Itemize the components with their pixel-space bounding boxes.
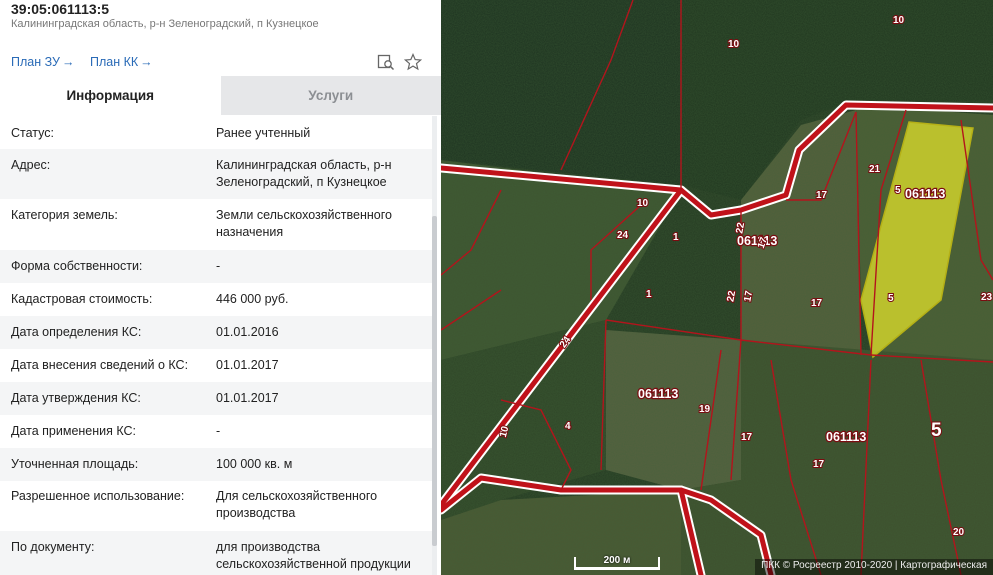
tab-services[interactable]: Услуги <box>220 76 441 115</box>
panel-scrollbar[interactable] <box>432 116 437 575</box>
info-label: Разрешенное использование: <box>11 489 185 503</box>
map-quarter-label: 061113 <box>905 187 945 201</box>
map-copyright: ПКК © Росреестр 2010-2020 | Картографиче… <box>755 559 993 575</box>
info-row: Разрешенное использование: Для сельскохо… <box>0 481 437 531</box>
info-label: По документу: <box>11 540 95 554</box>
map-parcel-label: 5 <box>888 293 894 304</box>
map-quarter-label: 061113 <box>638 387 678 401</box>
info-row: Дата применения КС: - <box>0 415 437 448</box>
info-label: Уточненная площадь: <box>11 457 139 471</box>
map-parcel-label: 20 <box>953 527 965 538</box>
info-row: Уточненная площадь: 100 000 кв. м <box>0 448 437 481</box>
map-parcel-label: 19 <box>699 404 711 415</box>
map-parcel-label: 1 <box>646 289 652 300</box>
map-parcel-label: 10 <box>893 15 905 26</box>
info-row: Дата внесения сведений о КС: 01.01.2017 <box>0 349 437 382</box>
map-parcel-label: 10 <box>637 198 649 209</box>
map-quarter-label: 061113 <box>826 430 866 444</box>
info-row: Статус: Ранее учтенный <box>0 116 437 149</box>
info-label: Форма собственности: <box>11 259 143 273</box>
map-parcel-label: 24 <box>617 230 629 241</box>
plan-zu-label: План ЗУ <box>11 55 60 69</box>
info-row: Форма собственности: - <box>0 250 437 283</box>
cadastral-map[interactable]: 061113 061113 061113 061113 10 10 10 10 … <box>441 0 993 575</box>
map-parcel-label: 21 <box>869 164 881 175</box>
info-value: Земли сельскохозяйственного назначения <box>216 208 392 239</box>
map-parcel-label: 17 <box>741 432 753 443</box>
map-parcel-label: 1 <box>673 232 679 243</box>
panel-tabs: Информация Услуги <box>0 76 441 115</box>
info-row: Категория земель: Земли сельскохозяйстве… <box>0 199 437 250</box>
map-parcel-label: 5 <box>931 420 942 441</box>
arrow-right-icon: → <box>140 55 153 69</box>
info-label: Дата внесения сведений о КС: <box>11 358 189 372</box>
info-label: Кадастровая стоимость: <box>11 292 153 306</box>
satellite-map-canvas[interactable]: 061113 061113 061113 061113 10 10 10 10 … <box>441 0 993 575</box>
info-value: - <box>216 259 221 273</box>
info-value: Ранее учтенный <box>216 126 311 140</box>
plan-kk-link[interactable]: План КК → <box>90 55 153 69</box>
map-parcel-label: 23 <box>981 292 993 303</box>
map-scale-label: 200 м <box>603 555 631 566</box>
info-row: По документу: для производства сельскохо… <box>0 531 437 575</box>
info-value: 446 000 руб. <box>216 292 289 306</box>
cadastral-number: 39:05:061113:5 <box>11 1 110 17</box>
map-parcel-label: 5 <box>895 185 901 196</box>
info-row: Адрес: Калининградская область, р-н Зеле… <box>0 149 437 199</box>
info-label: Дата применения КС: <box>11 424 137 438</box>
parcel-address-subtitle: Калининградская область, р-н Зеленоградс… <box>11 18 319 30</box>
info-value: Калининградская область, р-н Зеленоградс… <box>216 158 392 189</box>
search-map-icon[interactable] <box>377 53 395 71</box>
info-table: Статус: Ранее учтенный Адрес: Калинингра… <box>0 116 437 575</box>
info-value: для производства сельскохозяйственной пр… <box>216 540 411 571</box>
info-value: 01.01.2017 <box>216 391 279 405</box>
info-value: 01.01.2017 <box>216 358 279 372</box>
map-parcel-label: 17 <box>813 459 825 470</box>
info-row: Дата утверждения КС: 01.01.2017 <box>0 382 437 415</box>
map-parcel-label: 17 <box>816 190 828 201</box>
plan-kk-label: План КК <box>90 55 139 69</box>
arrow-right-icon: → <box>61 55 75 69</box>
scrollbar-thumb[interactable] <box>432 216 437 546</box>
info-value: Для сельскохозяйственного производства <box>216 489 378 520</box>
map-parcel-label: 4 <box>565 421 571 432</box>
info-value: 100 000 кв. м <box>216 457 293 471</box>
info-label: Адрес: <box>11 158 51 172</box>
info-value: - <box>216 424 221 438</box>
info-row: Дата определения КС: 01.01.2016 <box>0 316 437 349</box>
tab-information[interactable]: Информация <box>0 76 221 115</box>
info-row: Кадастровая стоимость: 446 000 руб. <box>0 283 437 316</box>
star-icon[interactable] <box>403 52 423 71</box>
info-label: Статус: <box>11 126 54 140</box>
info-panel: 39:05:061113:5 Калининградская область, … <box>0 0 441 575</box>
map-parcel-label: 17 <box>811 298 823 309</box>
info-label: Дата определения КС: <box>11 325 142 339</box>
info-value: 01.01.2016 <box>216 325 279 339</box>
map-parcel-label: 10 <box>728 39 740 50</box>
info-label: Категория земель: <box>11 208 118 222</box>
plan-zu-link[interactable]: План ЗУ → <box>11 55 74 69</box>
info-label: Дата утверждения КС: <box>11 391 141 405</box>
